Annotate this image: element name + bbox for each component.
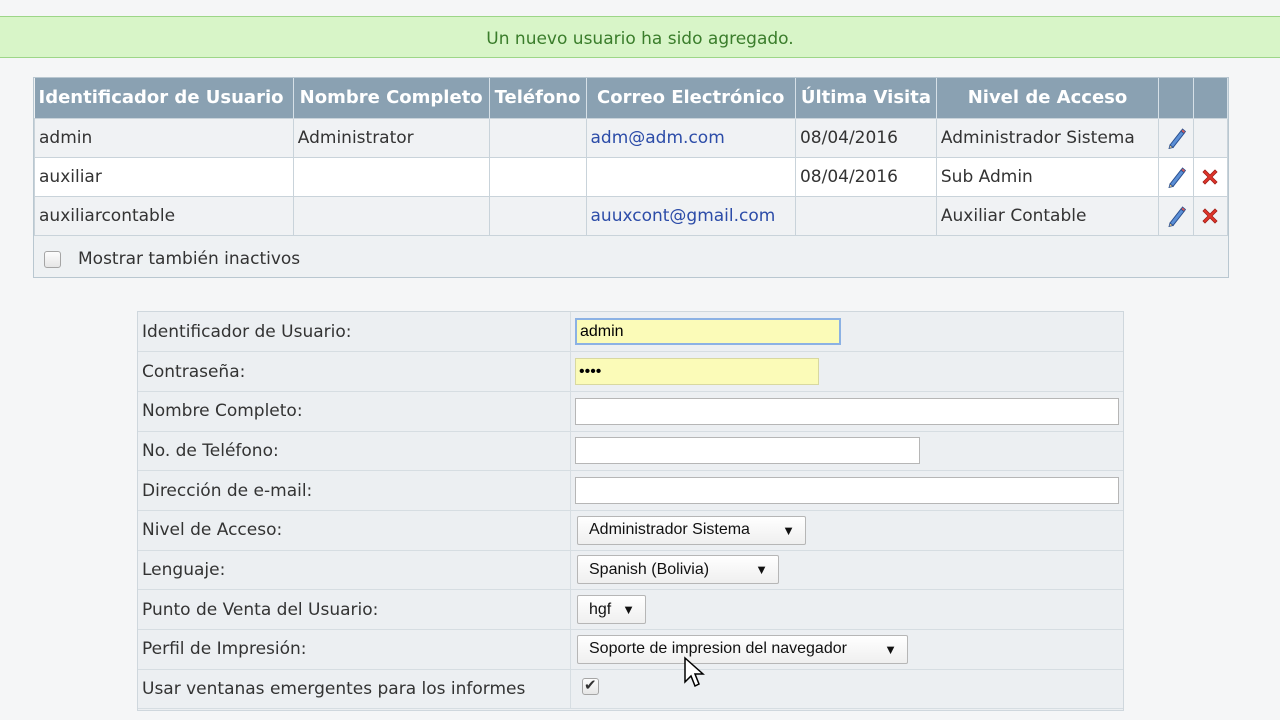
delete-cell-empty <box>1192 117 1228 158</box>
show-inactive-row: Mostrar también inactivos <box>44 246 300 272</box>
cell-user-id: auxiliar <box>34 156 294 197</box>
show-inactive-label: Mostrar también inactivos <box>78 249 301 269</box>
cell-user-id: auxiliarcontable <box>34 195 294 236</box>
delete-x-icon[interactable] <box>1200 167 1220 187</box>
email-label: Dirección de e-mail: <box>138 470 571 511</box>
password-label: Contraseña: <box>138 351 571 392</box>
cell-last-visit <box>794 195 937 236</box>
cell-last-visit: 08/04/2016 <box>794 156 937 197</box>
cell-full-name <box>292 156 490 197</box>
form-row-phone: No. de Teléfono: <box>138 431 1123 472</box>
access-level-value: Administrador Sistema <box>589 521 750 539</box>
pos-select[interactable]: hgf ▼ <box>577 595 646 625</box>
chevron-down-icon: ▼ <box>782 522 795 538</box>
user-id-cell <box>570 312 1123 353</box>
popups-label: Usar ventanas emergentes para los inform… <box>138 669 571 710</box>
chevron-down-icon: ▼ <box>622 602 635 618</box>
col-header-delete <box>1193 78 1228 118</box>
phone-input[interactable] <box>575 437 920 465</box>
table-row: auxiliarcontable auuxcont@gmail.com Auxi… <box>34 195 1228 236</box>
cell-last-visit: 08/04/2016 <box>794 117 937 158</box>
phone-cell <box>570 431 1123 472</box>
delete-cell <box>1192 156 1228 197</box>
access-level-select[interactable]: Administrador Sistema ▼ <box>577 515 806 545</box>
col-header-phone[interactable]: Teléfono <box>489 78 587 118</box>
chevron-down-icon: ▼ <box>884 641 897 657</box>
cell-phone <box>488 195 587 236</box>
users-table-header: Identificador de Usuario Nombre Completo… <box>34 78 1228 118</box>
col-header-user-id[interactable]: Identificador de Usuario <box>34 78 294 118</box>
password-cell <box>570 351 1123 392</box>
access-level-label: Nivel de Acceso: <box>138 510 571 551</box>
edit-pencil-icon[interactable] <box>1166 166 1186 188</box>
form-row-pos: Punto de Venta del Usuario: hgf ▼ <box>138 589 1123 630</box>
show-inactive-checkbox[interactable] <box>44 250 61 268</box>
pos-label: Punto de Venta del Usuario: <box>138 589 571 630</box>
user-form-table: Identificador de Usuario: Contraseña: No… <box>138 312 1123 710</box>
popups-checkbox[interactable] <box>582 676 599 696</box>
success-message: Un nuevo usuario ha sido agregado. <box>486 29 794 49</box>
mouse-cursor-icon <box>684 656 705 688</box>
language-select[interactable]: Spanish (Bolivia) ▼ <box>577 555 779 585</box>
cell-user-id: admin <box>34 117 294 158</box>
form-row-email: Dirección de e-mail: <box>138 470 1123 511</box>
edit-pencil-icon[interactable] <box>1166 205 1186 227</box>
form-row-popups: Usar ventanas emergentes para los inform… <box>138 669 1123 710</box>
form-row-language: Lenguaje: Spanish (Bolivia) ▼ <box>138 550 1123 591</box>
language-value: Spanish (Bolivia) <box>589 560 710 578</box>
col-header-full-name[interactable]: Nombre Completo <box>293 78 490 118</box>
form-row-access-level: Nivel de Acceso: Administrador Sistema ▼ <box>138 510 1123 551</box>
col-header-last-visit[interactable]: Última Visita <box>795 78 937 118</box>
phone-label: No. de Teléfono: <box>138 431 571 472</box>
col-header-edit <box>1158 78 1194 118</box>
email-cell <box>570 470 1123 511</box>
print-profile-value: Soporte de impresion del navegador <box>589 640 847 658</box>
users-panel: Identificador de Usuario Nombre Completo… <box>33 77 1229 278</box>
access-level-cell: Administrador Sistema ▼ <box>570 510 1123 551</box>
cell-full-name <box>292 195 490 236</box>
cell-email-link[interactable]: auuxcont@gmail.com <box>585 195 796 236</box>
delete-x-icon[interactable] <box>1200 206 1220 226</box>
edit-cell <box>1158 117 1194 158</box>
user-id-input[interactable] <box>575 318 841 346</box>
cell-email-link[interactable]: adm@adm.com <box>585 117 796 158</box>
password-input[interactable] <box>575 358 819 386</box>
form-row-print-profile: Perfil de Impresión: Soporte de impresio… <box>138 629 1123 670</box>
popups-cell <box>570 669 1123 710</box>
edit-cell <box>1158 156 1194 197</box>
chevron-down-icon: ▼ <box>755 562 768 578</box>
success-banner: Un nuevo usuario ha sido agregado. <box>0 16 1280 58</box>
cell-access-level: Auxiliar Contable <box>935 195 1160 236</box>
cell-access-level: Sub Admin <box>935 156 1160 197</box>
full-name-input[interactable] <box>575 397 1119 425</box>
col-header-email[interactable]: Correo Electrónico <box>586 78 796 118</box>
language-label: Lenguaje: <box>138 550 571 591</box>
user-id-label: Identificador de Usuario: <box>138 312 571 353</box>
delete-cell <box>1192 195 1228 236</box>
cell-access-level: Administrador Sistema <box>935 117 1160 158</box>
pos-cell: hgf ▼ <box>570 589 1123 630</box>
print-profile-cell: Soporte de impresion del navegador ▼ <box>570 629 1123 670</box>
user-form: Identificador de Usuario: Contraseña: No… <box>137 311 1124 711</box>
full-name-label: Nombre Completo: <box>138 391 571 432</box>
pos-value: hgf <box>589 600 612 618</box>
form-row-user-id: Identificador de Usuario: <box>138 312 1123 353</box>
form-row-full-name: Nombre Completo: <box>138 391 1123 432</box>
form-row-password: Contraseña: <box>138 351 1123 392</box>
cell-phone <box>488 156 587 197</box>
table-row: auxiliar 08/04/2016 Sub Admin <box>34 156 1228 197</box>
cell-full-name: Administrator <box>292 117 490 158</box>
col-header-access-level[interactable]: Nivel de Acceso <box>936 78 1160 118</box>
full-name-cell <box>570 391 1123 432</box>
users-table: Identificador de Usuario Nombre Completo… <box>34 78 1228 236</box>
edit-cell <box>1158 195 1194 236</box>
table-row: admin Administrator adm@adm.com 08/04/20… <box>34 117 1228 158</box>
cell-phone <box>488 117 587 158</box>
print-profile-select[interactable]: Soporte de impresion del navegador ▼ <box>577 634 908 664</box>
print-profile-label: Perfil de Impresión: <box>138 629 571 670</box>
edit-pencil-icon[interactable] <box>1166 127 1186 149</box>
email-input[interactable] <box>575 477 1119 505</box>
language-cell: Spanish (Bolivia) ▼ <box>570 550 1123 591</box>
cell-email-link[interactable] <box>585 156 796 197</box>
